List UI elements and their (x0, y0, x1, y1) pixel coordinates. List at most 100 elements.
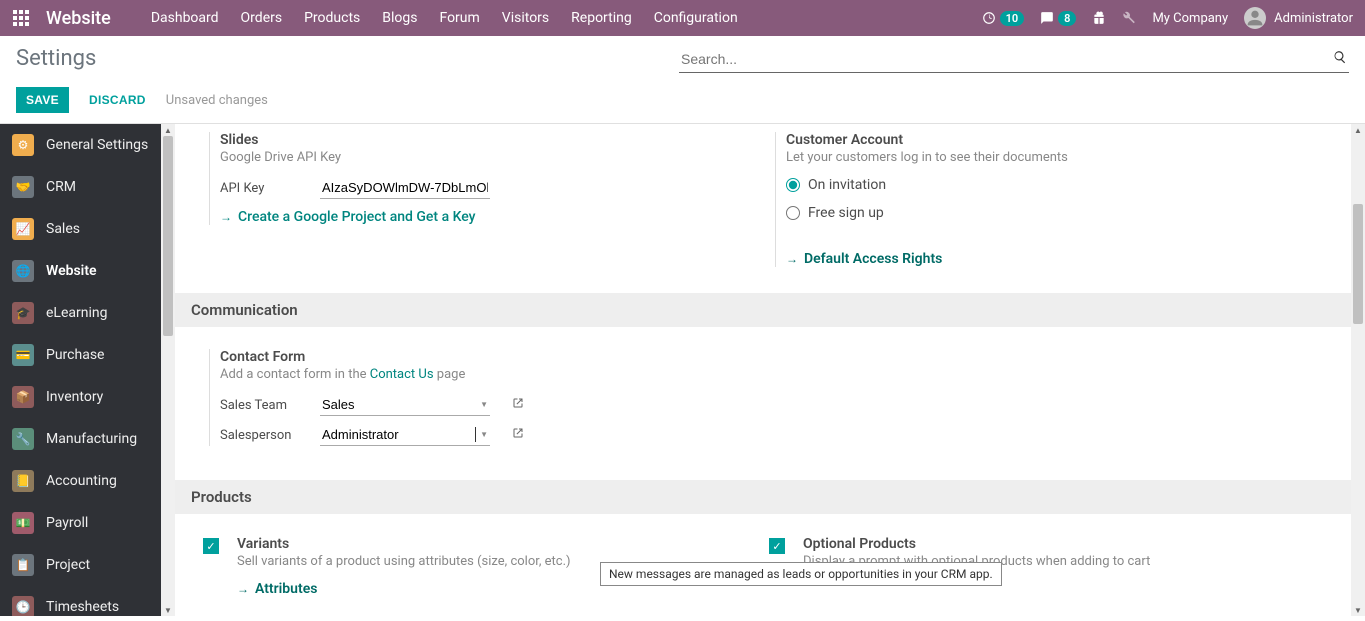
breadcrumb-bar: Settings (0, 36, 1365, 73)
menu-blogs[interactable]: Blogs (382, 10, 417, 26)
sidebar-item-payroll[interactable]: 💵 Payroll (0, 502, 175, 544)
sidebar-item-sales[interactable]: 📈 Sales (0, 208, 175, 250)
variants-checkbox[interactable]: ✓ (203, 538, 219, 554)
slides-setting: Slides Google Drive API Key API Key → Cr… (203, 124, 769, 275)
main-container: ⚙ General Settings 🤝 CRM 📈 Sales 🌐 Websi… (0, 123, 1365, 616)
sidebar-item-crm[interactable]: 🤝 CRM (0, 166, 175, 208)
sidebar-scrollbar[interactable]: ▲ ▼ (161, 124, 175, 616)
scroll-up-icon[interactable]: ▲ (1351, 124, 1365, 136)
sidebar-item-label: Project (46, 557, 90, 573)
attributes-link[interactable]: → Attributes (237, 581, 317, 597)
menu-visitors[interactable]: Visitors (502, 10, 549, 26)
graduation-icon: 🎓 (12, 302, 34, 324)
salesperson-input[interactable] (322, 427, 476, 442)
user-name: Administrator (1274, 11, 1353, 26)
customer-account-setting: Customer Account Let your customers log … (769, 124, 1335, 275)
sidebar-item-label: Purchase (46, 347, 104, 363)
money-icon: 💵 (12, 512, 34, 534)
sidebar-item-label: Website (46, 263, 97, 279)
menu-reporting[interactable]: Reporting (571, 10, 632, 26)
radio-free-signup[interactable]: Free sign up (786, 205, 1327, 221)
contact-form-desc: Add a contact form in the Contact Us pag… (220, 367, 761, 382)
create-google-project-link[interactable]: → Create a Google Project and Get a Key (220, 209, 476, 225)
activity-indicator[interactable]: 10 (982, 11, 1025, 26)
scroll-down-icon[interactable]: ▼ (1351, 604, 1365, 616)
sales-team-select[interactable]: ▼ (320, 394, 490, 416)
apps-menu-icon[interactable] (12, 9, 30, 27)
sidebar-item-project[interactable]: 📋 Project (0, 544, 175, 586)
arrow-right-icon: → (786, 252, 798, 266)
settings-content: Slides Google Drive API Key API Key → Cr… (175, 124, 1365, 616)
clipboard-icon: 📋 (12, 554, 34, 576)
sidebar-scroll-thumb[interactable] (163, 136, 173, 336)
default-access-rights-link[interactable]: → Default Access Rights (786, 251, 942, 267)
contact-form-right-blank (769, 341, 1335, 462)
sidebar-item-elearning[interactable]: 🎓 eLearning (0, 292, 175, 334)
salesperson-label: Salesperson (220, 428, 306, 443)
menu-products[interactable]: Products (304, 10, 360, 26)
sidebar-item-label: eLearning (46, 305, 107, 321)
sidebar-item-general-settings[interactable]: ⚙ General Settings (0, 124, 175, 166)
gift-icon[interactable] (1092, 11, 1106, 25)
scroll-down-icon[interactable]: ▼ (161, 604, 175, 616)
sidebar-item-manufacturing[interactable]: 🔧 Manufacturing (0, 418, 175, 460)
crm-tooltip: New messages are managed as leads or opp… (600, 562, 1002, 586)
brand-title[interactable]: Website (46, 8, 111, 29)
customer-account-desc: Let your customers log in to see their d… (786, 150, 1327, 165)
wrench-icon: 🔧 (12, 428, 34, 450)
content-scroll-thumb[interactable] (1353, 204, 1363, 324)
company-name[interactable]: My Company (1152, 11, 1228, 26)
sidebar-item-label: Timesheets (46, 599, 119, 615)
scroll-up-icon[interactable]: ▲ (161, 124, 175, 136)
slides-desc: Google Drive API Key (220, 150, 761, 165)
sidebar-item-label: General Settings (46, 137, 148, 153)
radio-on-invitation[interactable]: On invitation (786, 177, 1327, 193)
section-communication: Communication (175, 293, 1351, 327)
search-input[interactable] (681, 51, 1333, 67)
save-button[interactable]: SAVE (16, 87, 69, 113)
api-key-input[interactable] (320, 177, 490, 199)
sidebar-item-timesheets[interactable]: 🕒 Timesheets (0, 586, 175, 616)
chevron-down-icon[interactable]: ▼ (480, 430, 488, 439)
sidebar-item-label: CRM (46, 179, 76, 195)
menu-forum[interactable]: Forum (439, 10, 479, 26)
menu-configuration[interactable]: Configuration (654, 10, 738, 26)
avatar (1244, 7, 1266, 29)
external-link-icon[interactable] (512, 427, 524, 443)
api-key-label: API Key (220, 181, 306, 196)
search-icon[interactable] (1333, 50, 1347, 68)
content-scrollbar[interactable]: ▲ ▼ (1351, 124, 1365, 616)
menu-orders[interactable]: Orders (241, 10, 283, 26)
sidebar-item-purchase[interactable]: 💳 Purchase (0, 334, 175, 376)
contact-form-title: Contact Form (220, 349, 761, 365)
menu-dashboard[interactable]: Dashboard (151, 10, 219, 26)
radio-on-invitation-input[interactable] (786, 178, 800, 192)
activity-badge: 10 (1000, 11, 1025, 26)
sales-team-input[interactable] (322, 397, 476, 412)
arrow-right-icon: → (237, 582, 249, 596)
sidebar-item-website[interactable]: 🌐 Website (0, 250, 175, 292)
discard-button[interactable]: DISCARD (85, 87, 150, 113)
settings-sidebar: ⚙ General Settings 🤝 CRM 📈 Sales 🌐 Websi… (0, 124, 175, 616)
external-link-icon[interactable] (512, 397, 524, 413)
sidebar-item-label: Manufacturing (46, 431, 137, 447)
messages-indicator[interactable]: 8 (1040, 11, 1076, 26)
chevron-down-icon[interactable]: ▼ (480, 400, 488, 409)
contact-us-link[interactable]: Contact Us (370, 367, 434, 382)
top-right-area: 10 8 My Company Administrator (982, 7, 1353, 29)
sidebar-item-inventory[interactable]: 📦 Inventory (0, 376, 175, 418)
sidebar-item-label: Sales (46, 221, 80, 237)
slides-title: Slides (220, 132, 761, 148)
optional-products-checkbox[interactable]: ✓ (769, 538, 785, 554)
book-icon: 📒 (12, 470, 34, 492)
salesperson-select[interactable]: ▼ (320, 424, 490, 446)
wrench-icon[interactable] (1122, 11, 1136, 25)
search-bar[interactable] (679, 46, 1349, 73)
radio-free-signup-input[interactable] (786, 206, 800, 220)
messages-badge: 8 (1058, 11, 1076, 26)
sidebar-item-label: Inventory (46, 389, 103, 405)
sidebar-item-accounting[interactable]: 📒 Accounting (0, 460, 175, 502)
user-menu[interactable]: Administrator (1244, 7, 1353, 29)
page-title: Settings (16, 46, 96, 71)
top-navbar: Website Dashboard Orders Products Blogs … (0, 0, 1365, 36)
